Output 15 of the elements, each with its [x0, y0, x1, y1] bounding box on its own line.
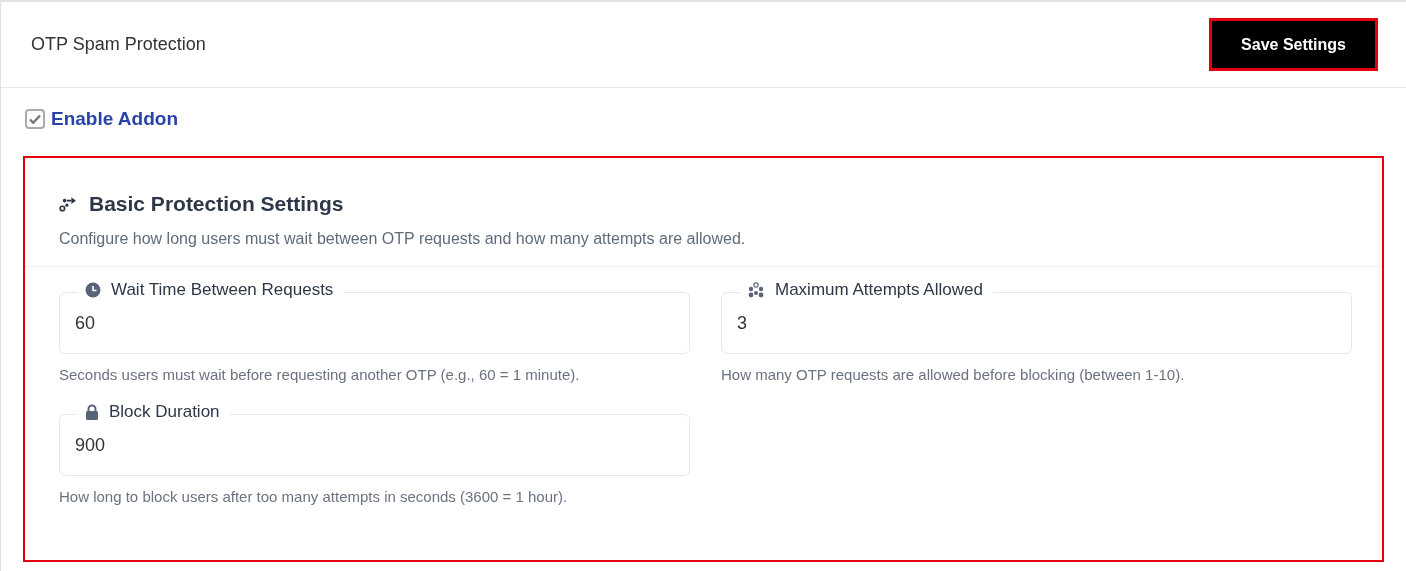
- section-title: Basic Protection Settings: [89, 192, 344, 216]
- field-value: 60: [75, 312, 96, 334]
- help-text: Seconds users must wait before requesting another OTP (e.g., 60 = 1 minute).: [59, 366, 581, 383]
- enable-addon-checkbox[interactable]: [25, 109, 45, 129]
- field-value: 900: [75, 434, 106, 456]
- page-title: OTP Spam Protection: [31, 34, 206, 55]
- lock-icon: [85, 404, 99, 420]
- field-value: 3: [737, 312, 747, 334]
- route-icon: [59, 195, 77, 213]
- enable-addon-label: Enable Addon: [51, 108, 179, 130]
- help-text: How long to block users after too many attempts in seconds (3600 = 1 hour).: [59, 488, 569, 505]
- help-text: How many OTP requests are allowed before blocking (between 1-10).: [721, 366, 1186, 383]
- people-icon: [747, 282, 765, 298]
- save-settings-button[interactable]: Save Settings: [1209, 18, 1378, 71]
- section-description: Configure how long users must wait between OTP requests and how many attempts are allowed.: [59, 230, 747, 248]
